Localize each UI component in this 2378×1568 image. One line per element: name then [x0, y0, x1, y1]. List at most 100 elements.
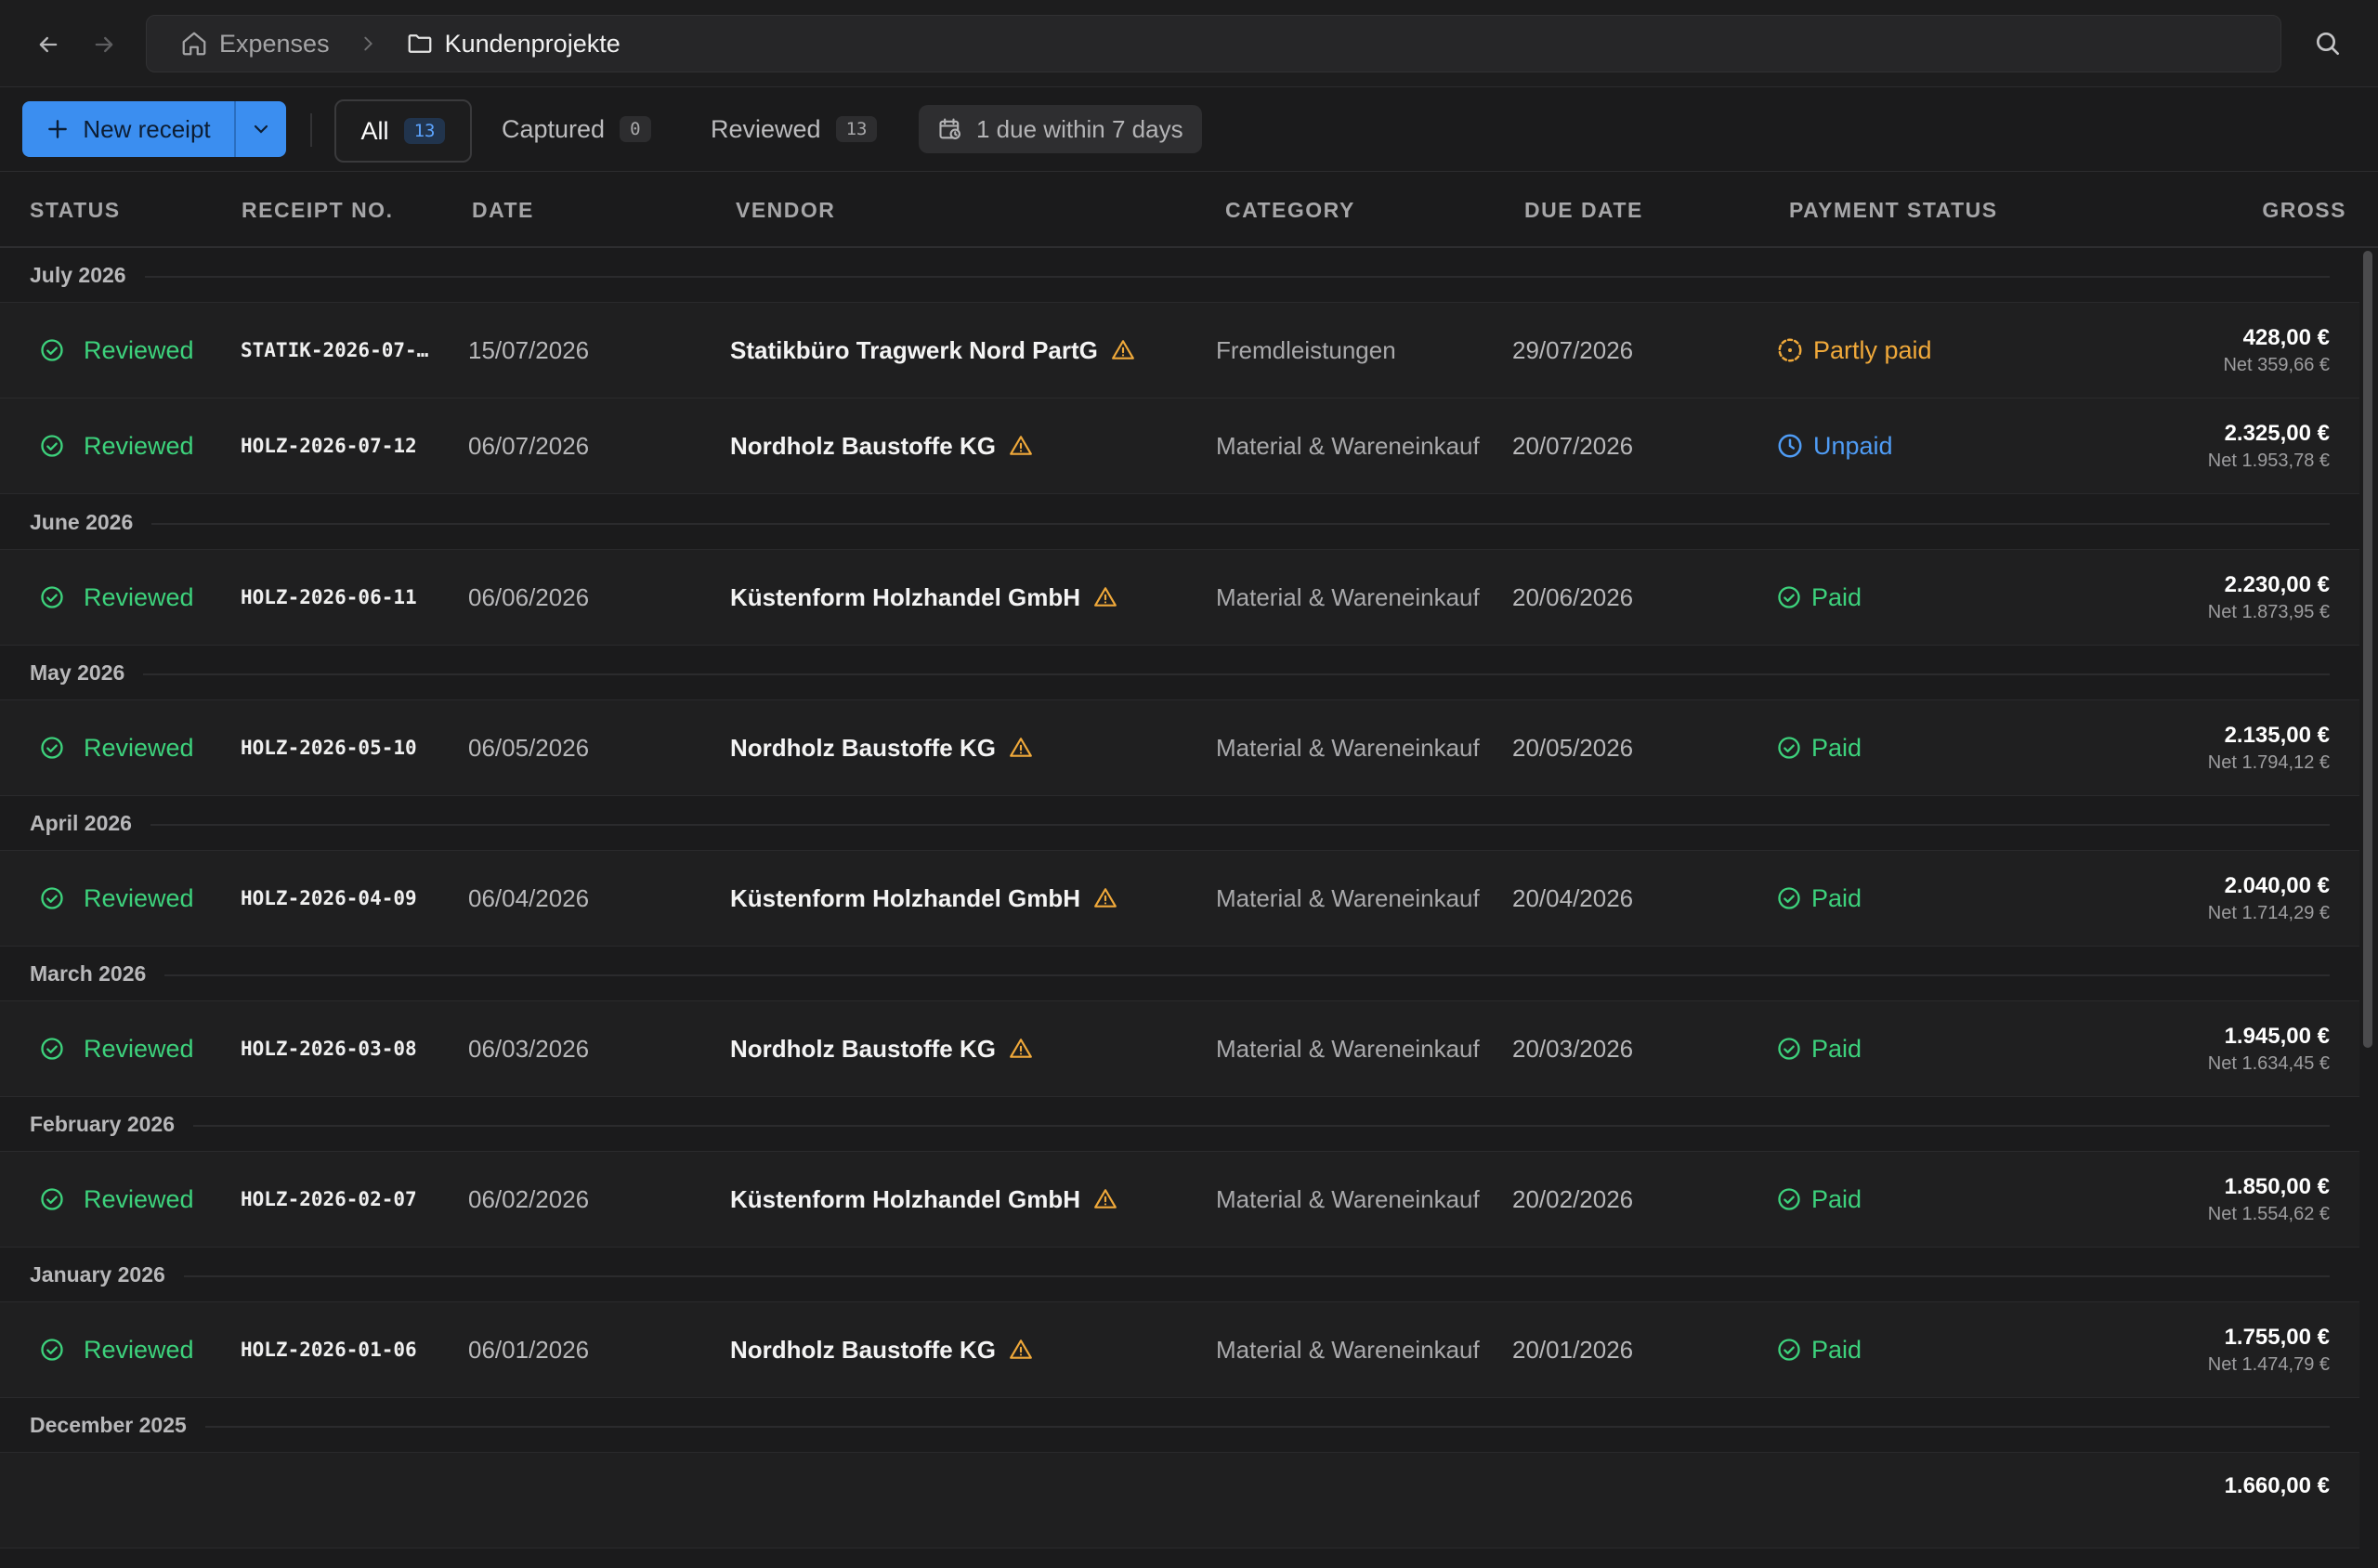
check-circle-icon [1778, 1038, 1800, 1060]
tab-all-count: 13 [403, 118, 446, 144]
gross-amount: 1.850,00 € [2224, 1173, 2330, 1199]
payment-status-label: Paid [1811, 733, 1862, 762]
table-row[interactable]: Reviewed HOLZ-2026-06-11 06/06/2026 Küst… [0, 549, 2359, 646]
new-receipt-button[interactable]: New receipt [22, 101, 234, 157]
search-button[interactable] [2307, 23, 2348, 64]
tab-captured[interactable]: Captured 0 [502, 99, 651, 159]
receipt-date: 06/03/2026 [468, 1034, 590, 1063]
chevron-right-icon [358, 33, 378, 54]
net-amount: Net 1.794,12 € [2207, 751, 2330, 773]
payment-status-label: Paid [1811, 1335, 1862, 1364]
warning-icon [1111, 340, 1134, 359]
breadcrumb-current-label: Kundenprojekte [444, 29, 621, 58]
receipt-number: HOLZ-2026-03-08 [241, 1038, 417, 1060]
tab-all[interactable]: All 13 [334, 99, 472, 163]
gross-cell: 2.325,00 € Net 1.953,78 € [2208, 399, 2330, 493]
vendor-cell: Nordholz Baustoffe KG [730, 1001, 1033, 1096]
group-header: January 2026 [0, 1248, 2359, 1301]
group-label: June 2026 [30, 510, 152, 535]
column-header-payment-status[interactable]: PAYMENT STATUS [1789, 198, 1998, 223]
due-date: 20/04/2026 [1512, 883, 1634, 912]
check-circle-icon [41, 1339, 63, 1361]
table-row[interactable]: Reviewed STATIK-2026-07-… 15/07/2026 Sta… [0, 302, 2359, 399]
search-icon [2317, 33, 2339, 55]
group-divider [30, 1275, 2330, 1277]
table-row[interactable]: Reviewed HOLZ-2026-02-07 06/02/2026 Küst… [0, 1151, 2359, 1248]
check-circle-icon [1778, 586, 1800, 608]
group-divider [30, 1426, 2330, 1428]
payment-status: Unpaid [1776, 399, 1893, 493]
new-receipt-dropdown-button[interactable] [234, 101, 286, 157]
receipt-number: HOLZ-2026-01-06 [241, 1339, 417, 1361]
payment-status-label: Partly paid [1813, 335, 1932, 364]
net-amount: Net 1.953,78 € [2207, 450, 2330, 471]
table-row[interactable]: 1.660,00 € [0, 1452, 2359, 1548]
status-cell: Reviewed [39, 700, 194, 795]
warning-icon [1010, 1339, 1032, 1359]
new-receipt-label: New receipt [83, 114, 211, 143]
category: Material & Wareneinkauf [1216, 883, 1480, 912]
table-row[interactable]: Reviewed HOLZ-2026-07-12 06/07/2026 Nord… [0, 398, 2359, 494]
check-circle-icon [41, 435, 63, 457]
category: Material & Wareneinkauf [1216, 431, 1480, 460]
column-header-date[interactable]: DATE [472, 198, 534, 223]
vendor-name: Nordholz Baustoffe KG [730, 1335, 996, 1364]
due-date: 20/07/2026 [1512, 431, 1634, 460]
table-row[interactable]: Reviewed HOLZ-2026-01-06 06/01/2026 Nord… [0, 1301, 2359, 1398]
table-row[interactable]: Reviewed HOLZ-2026-03-08 06/03/2026 Nord… [0, 1000, 2359, 1097]
column-header-receipt-no[interactable]: RECEIPT NO. [242, 198, 393, 223]
forward-button[interactable] [84, 24, 124, 65]
column-header-status[interactable]: STATUS [30, 198, 121, 223]
gross-amount: 1.945,00 € [2224, 1023, 2330, 1049]
calendar-clock-icon [939, 118, 960, 139]
breadcrumb-current[interactable]: Kundenprojekte [406, 30, 621, 59]
table-row[interactable]: Reviewed HOLZ-2026-05-10 06/05/2026 Nord… [0, 699, 2359, 796]
back-button[interactable] [28, 24, 69, 65]
receipt-date: 06/01/2026 [468, 1335, 590, 1364]
gross-cell: 1.660,00 € [2225, 1453, 2330, 1568]
receipt-number: HOLZ-2026-04-09 [241, 887, 417, 909]
vendor-name: Küstenform Holzhandel GmbH [730, 582, 1081, 611]
receipt-number: HOLZ-2026-02-07 [241, 1188, 417, 1210]
breadcrumb-home-label: Expenses [219, 29, 330, 58]
status-label: Reviewed [84, 1034, 194, 1063]
category: Material & Wareneinkauf [1216, 733, 1480, 762]
group-divider [30, 523, 2330, 525]
status-label: Reviewed [84, 431, 194, 460]
column-header-vendor[interactable]: VENDOR [736, 198, 835, 223]
due-date: 20/02/2026 [1512, 1184, 1634, 1213]
check-circle-icon [1778, 737, 1800, 759]
breadcrumb-home[interactable]: Expenses [180, 30, 330, 59]
group-label: May 2026 [30, 660, 144, 686]
column-header-gross[interactable]: GROSS [2262, 198, 2346, 223]
status-label: Reviewed [84, 883, 194, 912]
net-amount: Net 359,66 € [2223, 354, 2330, 375]
group-header: June 2026 [0, 495, 2359, 549]
due-filter-chip[interactable]: 1 due within 7 days [919, 105, 1202, 153]
due-date: 20/01/2026 [1512, 1335, 1634, 1364]
group-label: March 2026 [30, 961, 165, 987]
tab-reviewed[interactable]: Reviewed 13 [711, 99, 878, 159]
vertical-scrollbar[interactable] [2363, 251, 2372, 1048]
vendor-cell: Nordholz Baustoffe KG [730, 1302, 1033, 1397]
status-cell: Reviewed [39, 550, 194, 645]
chevron-down-icon [254, 124, 268, 134]
gross-cell: 1.850,00 € Net 1.554,62 € [2208, 1152, 2330, 1247]
check-circle-icon [41, 1038, 63, 1060]
group-divider [30, 673, 2330, 675]
warning-icon [1010, 436, 1032, 455]
receipt-number: HOLZ-2026-07-12 [241, 435, 417, 457]
gross-amount: 428,00 € [2242, 324, 2330, 350]
net-amount: Net 1.474,79 € [2207, 1353, 2330, 1375]
table-row[interactable]: Reviewed HOLZ-2026-04-09 06/04/2026 Küst… [0, 850, 2359, 947]
receipt-number: HOLZ-2026-06-11 [241, 586, 417, 608]
check-circle-icon [41, 887, 63, 909]
payment-status: Paid [1776, 700, 1862, 795]
column-header-due-date[interactable]: DUE DATE [1524, 198, 1643, 223]
status-cell: Reviewed [39, 1001, 194, 1096]
group-label: April 2026 [30, 811, 150, 836]
status-label: Reviewed [84, 335, 194, 364]
column-header-category[interactable]: CATEGORY [1225, 198, 1355, 223]
vendor-name: Nordholz Baustoffe KG [730, 1034, 996, 1063]
tab-captured-count: 0 [620, 116, 651, 142]
